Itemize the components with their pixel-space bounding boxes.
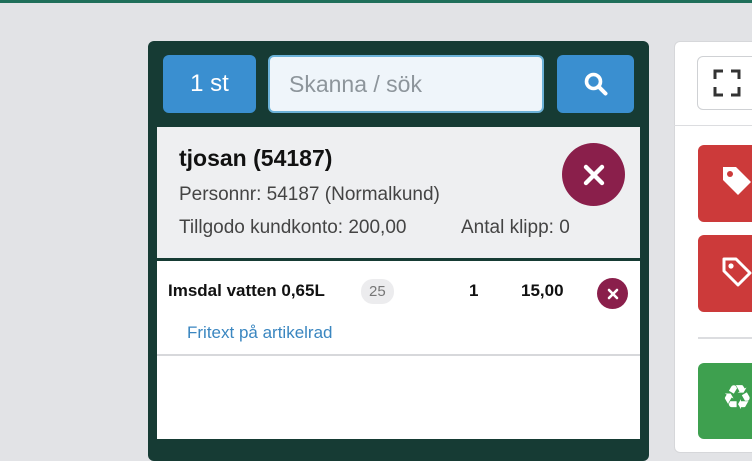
tag-outline-icon [722,257,752,287]
article-price: 15,00 [521,281,564,300]
article-fritext-link[interactable]: Fritext på artikelrad [187,323,333,343]
remove-customer-button[interactable] [562,143,625,206]
article-badge: 25 [361,279,394,304]
right-divider [674,125,752,126]
search-icon [584,72,607,96]
article-list: Imsdal vatten 0,65L 25 1 15,00 Fritext p… [157,261,640,439]
article-name: Imsdal vatten 0,65L [168,281,325,300]
customer-personnr: Personnr: 54187 (Normalkund) [179,184,440,205]
recycle-button[interactable]: ♻ [698,363,752,439]
remove-discount-button[interactable] [698,235,752,312]
fullscreen-button[interactable] [697,56,752,110]
row-divider [157,354,640,356]
customer-card: tjosan (54187) Personnr: 54187 (Normalku… [157,127,640,258]
customer-clips: Antal klipp: 0 [461,217,570,238]
close-icon [607,288,618,299]
recycle-icon: ♻ [722,379,752,417]
customer-credit: Tillgodo kundkonto: 200,00 [179,217,407,238]
close-icon [583,164,604,185]
top-accent-line [0,0,752,3]
right-divider [698,337,752,339]
tag-icon [723,167,751,195]
fullscreen-icon [713,69,741,97]
customer-name: tjosan (54187) [179,145,333,171]
search-button[interactable] [557,55,634,113]
search-input[interactable] [268,55,544,113]
remove-article-button[interactable] [597,278,628,309]
discount-button[interactable] [698,145,752,222]
article-quantity[interactable]: 1 [469,281,478,301]
quantity-button[interactable]: 1 st [163,55,256,113]
